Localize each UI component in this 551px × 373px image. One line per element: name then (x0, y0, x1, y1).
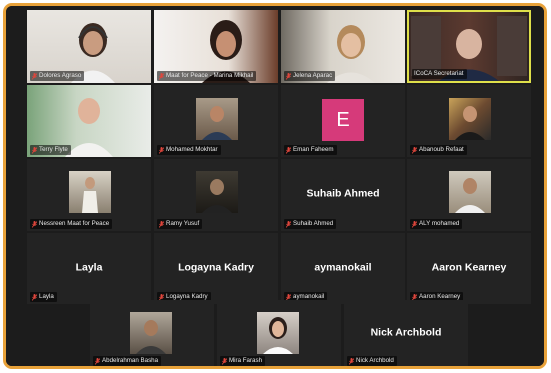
mic-muted-icon (286, 146, 291, 154)
participant-name-label: Dolores Agraso (30, 71, 85, 81)
participant-name-label: Jelena Aparac (284, 71, 336, 81)
meeting-window: Dolores Agraso Maat for Peace - Marina M… (3, 3, 547, 369)
person-silhouette-icon (136, 320, 166, 354)
participant-name-label: Maat for Peace - Marina Mikhail (157, 71, 257, 81)
participant-tile-abanoub-refaat[interactable]: Abanoub Refaat (407, 85, 531, 157)
mic-muted-icon (32, 146, 37, 154)
participant-tile-aaron-kearney[interactable]: Aaron Kearney Aaron Kearney (407, 233, 531, 304)
participant-tile-abdelrahman-basha[interactable]: Abdelrahman Basha (90, 300, 214, 366)
participant-name: Mohamed Mokhtar (166, 146, 218, 153)
participant-tile-icoca-secretariat[interactable]: ICoCA Secretariat (407, 10, 531, 83)
mic-muted-icon (32, 220, 37, 228)
participant-name: Layla (39, 293, 54, 300)
participant-display-name: Nick Archbold (370, 326, 442, 339)
participant-name-label: Mira Farash (220, 356, 266, 366)
participant-tile-jelena-aparac[interactable]: Jelena Aparac (281, 10, 405, 83)
participant-name: Mira Farash (229, 357, 263, 364)
person-silhouette-icon (455, 178, 485, 213)
participant-tile-suhaib-ahmed[interactable]: Suhaib Ahmed Suhaib Ahmed (281, 159, 405, 231)
person-silhouette-icon (455, 106, 485, 140)
participant-avatar-photo (257, 312, 299, 354)
mic-muted-icon (32, 293, 37, 301)
participant-display-name: Aaron Kearney (431, 261, 507, 274)
participant-name-label: Layla (30, 292, 57, 302)
participant-display-name: Suhaib Ahmed (306, 187, 380, 200)
mic-muted-icon (159, 146, 164, 154)
participant-name-label: Nick Archbold (347, 356, 397, 366)
participant-tile-aly-mohamed[interactable]: ALY mohamed (407, 159, 531, 231)
person-silhouette-icon (202, 179, 232, 213)
avatar-letter: E (322, 99, 364, 141)
mic-muted-icon (222, 357, 227, 365)
mic-muted-icon (412, 146, 417, 154)
participant-name: Abdelrahman Basha (102, 357, 159, 364)
participant-tile-dolores-agraso[interactable]: Dolores Agraso (27, 10, 151, 83)
participant-tile-logayna-kadry[interactable]: Logayna Kadry Logayna Kadry (154, 233, 278, 304)
participant-name-label: Ramy Yusuf (157, 219, 203, 229)
mic-muted-icon (159, 72, 164, 80)
mic-muted-icon (159, 220, 164, 228)
participant-name: ICoCA Secretariat (414, 70, 464, 77)
participant-tile-nessreen[interactable]: Nessreen Maat for Peace (27, 159, 151, 231)
mic-muted-icon (412, 220, 417, 228)
person-silhouette-icon (202, 106, 232, 140)
participant-avatar-photo (196, 98, 238, 140)
participant-name-label: Abanoub Refaat (410, 145, 467, 155)
participant-avatar-photo (449, 98, 491, 140)
person-silhouette-icon (82, 177, 98, 213)
participant-tile-mira-farash[interactable]: Mira Farash (217, 300, 341, 366)
participant-name-label: Nessreen Maat for Peace (30, 219, 113, 229)
participant-tile-ramy-yusuf[interactable]: Ramy Yusuf (154, 159, 278, 231)
participant-name: Abanoub Refaat (419, 146, 464, 153)
participant-tile-terry-flyte[interactable]: Terry Flyte (27, 85, 151, 157)
mic-muted-icon (349, 357, 354, 365)
participant-name: Maat for Peace - Marina Mikhail (166, 72, 254, 79)
participant-name-label: ALY mohamed (410, 219, 463, 229)
mic-muted-icon (286, 72, 291, 80)
mic-muted-icon (32, 72, 37, 80)
participant-display-name: Logayna Kadry (178, 261, 254, 274)
participant-name: Nick Archbold (356, 357, 394, 364)
participant-tile-marina-mikhail[interactable]: Maat for Peace - Marina Mikhail (154, 10, 278, 83)
participant-avatar-photo (69, 171, 111, 213)
participant-display-name: aymanokail (314, 261, 372, 274)
participant-name-label: Terry Flyte (30, 145, 71, 155)
participant-name-label: Eman Faheem (284, 145, 337, 155)
participant-name: Eman Faheem (293, 146, 334, 153)
participant-tile-aymanokail[interactable]: aymanokail aymanokail (281, 233, 405, 304)
participant-avatar-photo (130, 312, 172, 354)
participant-tile-eman-faheem[interactable]: E Eman Faheem (281, 85, 405, 157)
participant-name-label: Abdelrahman Basha (93, 356, 162, 366)
participant-display-name: Layla (75, 261, 103, 274)
participant-tile-layla[interactable]: Layla Layla (27, 233, 151, 304)
mic-muted-icon (95, 357, 100, 365)
participant-name: Suhaib Ahmed (293, 220, 334, 227)
participant-name: Nessreen Maat for Peace (39, 220, 110, 227)
participant-tile-mohamed-mokhtar[interactable]: Mohamed Mokhtar (154, 85, 278, 157)
participant-name-label: Suhaib Ahmed (284, 219, 337, 229)
participant-name: ALY mohamed (419, 220, 460, 227)
participant-avatar-photo (449, 171, 491, 213)
participant-name-label: Mohamed Mokhtar (157, 145, 221, 155)
participant-name: Ramy Yusuf (166, 220, 200, 227)
participant-name-label: ICoCA Secretariat (412, 69, 467, 79)
video-grid: Dolores Agraso Maat for Peace - Marina M… (6, 6, 544, 366)
participant-tile-nick-archbold[interactable]: Nick Archbold Nick Archbold (344, 300, 468, 366)
participant-name: Terry Flyte (39, 146, 68, 153)
participant-avatar-photo (196, 171, 238, 213)
person-silhouette-icon (263, 317, 293, 354)
participant-name: Jelena Aparac (293, 72, 333, 79)
mic-muted-icon (286, 220, 291, 228)
participant-name: Dolores Agraso (39, 72, 82, 79)
